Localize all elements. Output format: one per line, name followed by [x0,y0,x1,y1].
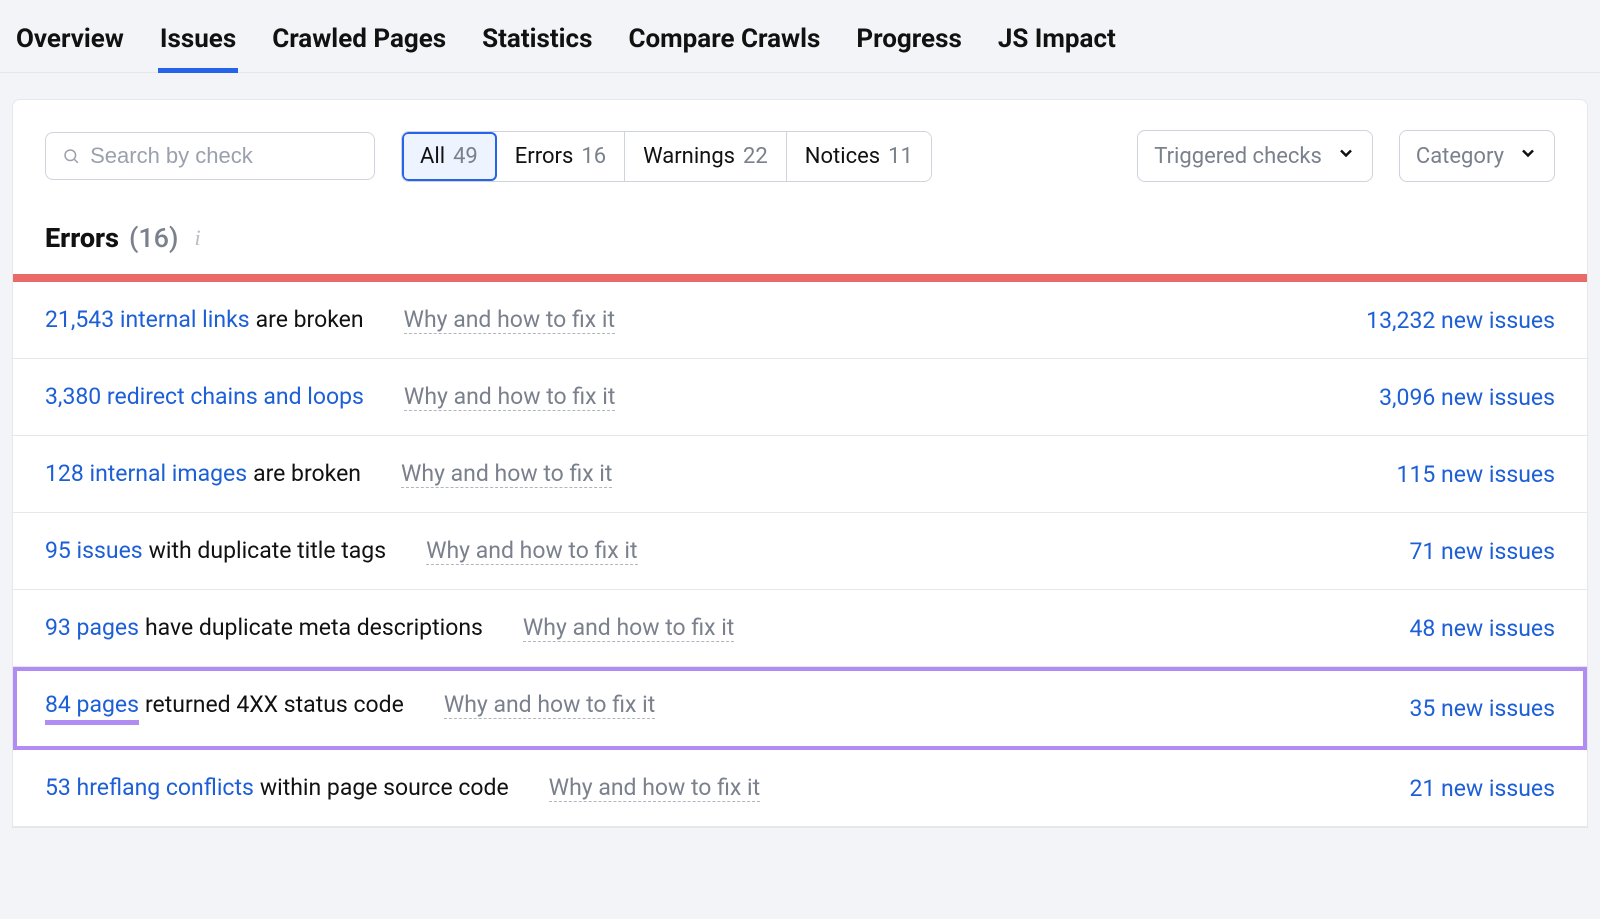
errors-severity-bar [13,274,1587,282]
chevron-down-icon [1336,143,1356,169]
filter-all-label: All [420,144,445,169]
filter-errors[interactable]: Errors 16 [497,132,625,181]
issue-rest-text: have duplicate meta descriptions [145,614,483,641]
search-box[interactable] [45,132,375,180]
filter-warnings-count: 22 [743,144,768,169]
why-and-how-link[interactable]: Why and how to fix it [401,460,612,488]
filter-warnings[interactable]: Warnings 22 [625,132,787,181]
why-and-how-link[interactable]: Why and how to fix it [426,537,637,565]
new-issues-link[interactable]: 71 new issues [1409,538,1555,565]
filter-all[interactable]: All 49 [402,132,497,181]
filter-warnings-label: Warnings [643,144,735,169]
filter-errors-label: Errors [515,144,574,169]
search-icon [62,146,80,166]
tab-overview[interactable]: Overview [12,16,128,72]
issue-rest-text: are broken [256,306,364,333]
why-and-how-link[interactable]: Why and how to fix it [444,691,655,719]
controls-bar: All 49 Errors 16 Warnings 22 Notices 11 … [13,130,1587,182]
triggered-checks-label: Triggered checks [1154,144,1322,169]
chevron-down-icon [1518,143,1538,169]
new-issues-link[interactable]: 48 new issues [1409,615,1555,642]
issue-row: 21,543 internal links are broken Why and … [13,282,1587,359]
new-issues-link[interactable]: 115 new issues [1397,461,1555,488]
why-and-how-link[interactable]: Why and how to fix it [404,306,615,334]
issue-row: 95 issues with duplicate title tags Why a… [13,513,1587,590]
issue-description: 3,380 redirect chains and loops Why and h… [45,383,1379,411]
why-and-how-link[interactable]: Why and how to fix it [523,614,734,642]
filter-notices-count: 11 [888,144,913,169]
search-input[interactable] [90,143,358,169]
issue-link[interactable]: 93 pages [45,614,139,641]
tab-crawled-pages[interactable]: Crawled Pages [268,16,450,72]
issue-rest-text: returned 4XX status code [145,691,404,718]
tab-issues[interactable]: Issues [156,16,240,72]
new-issues-link[interactable]: 21 new issues [1409,775,1555,802]
issues-panel: All 49 Errors 16 Warnings 22 Notices 11 … [12,99,1588,828]
new-issues-link[interactable]: 13,232 new issues [1366,307,1555,334]
info-icon[interactable]: i [188,225,200,251]
errors-title: Errors [45,222,119,254]
triggered-checks-dropdown[interactable]: Triggered checks [1137,130,1373,182]
tab-js-impact[interactable]: JS Impact [994,16,1120,72]
filter-notices-label: Notices [805,144,880,169]
issue-link[interactable]: 53 hreflang conflicts [45,774,254,801]
issue-description: 21,543 internal links are broken Why and … [45,306,1366,334]
issue-description: 53 hreflang conflicts within page source… [45,774,1409,802]
issue-row: 53 hreflang conflicts within page source… [13,750,1587,827]
filter-errors-count: 16 [581,144,606,169]
issue-description: 128 internal images are broken Why and ho… [45,460,1397,488]
issue-link[interactable]: 95 issues [45,537,143,564]
category-dropdown[interactable]: Category [1399,130,1555,182]
issue-row: 84 pages returned 4XX status code Why and… [13,667,1587,750]
issue-row: 128 internal images are broken Why and ho… [13,436,1587,513]
issue-rest-text: with duplicate title tags [149,537,386,564]
filter-notices[interactable]: Notices 11 [787,132,931,181]
filter-all-count: 49 [453,144,478,169]
issue-link[interactable]: 3,380 redirect chains and loops [45,383,364,410]
issue-description: 95 issues with duplicate title tags Why a… [45,537,1409,565]
issue-description: 93 pages have duplicate meta description… [45,614,1409,642]
errors-section-header: Errors (16) i [13,182,1587,274]
errors-count: (16) [129,222,178,254]
new-issues-link[interactable]: 3,096 new issues [1379,384,1555,411]
issue-row: 3,380 redirect chains and loops Why and h… [13,359,1587,436]
issues-list: 21,543 internal links are broken Why and … [13,282,1587,827]
tab-compare-crawls[interactable]: Compare Crawls [624,16,824,72]
issue-rest-text: within page source code [260,774,509,801]
filter-segment: All 49 Errors 16 Warnings 22 Notices 11 [401,131,932,182]
why-and-how-link[interactable]: Why and how to fix it [549,774,760,802]
issue-description: 84 pages returned 4XX status code Why and… [45,691,1409,725]
category-label: Category [1416,144,1504,169]
issue-link[interactable]: 128 internal images [45,460,247,487]
issue-link[interactable]: 21,543 internal links [45,306,250,333]
issue-link[interactable]: 84 pages [45,691,139,725]
main-tabs: Overview Issues Crawled Pages Statistics Com… [0,0,1600,73]
new-issues-link[interactable]: 35 new issues [1409,695,1555,722]
tab-progress[interactable]: Progress [852,16,965,72]
issue-row: 93 pages have duplicate meta description… [13,590,1587,667]
issue-rest-text: are broken [253,460,361,487]
tab-statistics[interactable]: Statistics [478,16,596,72]
why-and-how-link[interactable]: Why and how to fix it [404,383,615,411]
